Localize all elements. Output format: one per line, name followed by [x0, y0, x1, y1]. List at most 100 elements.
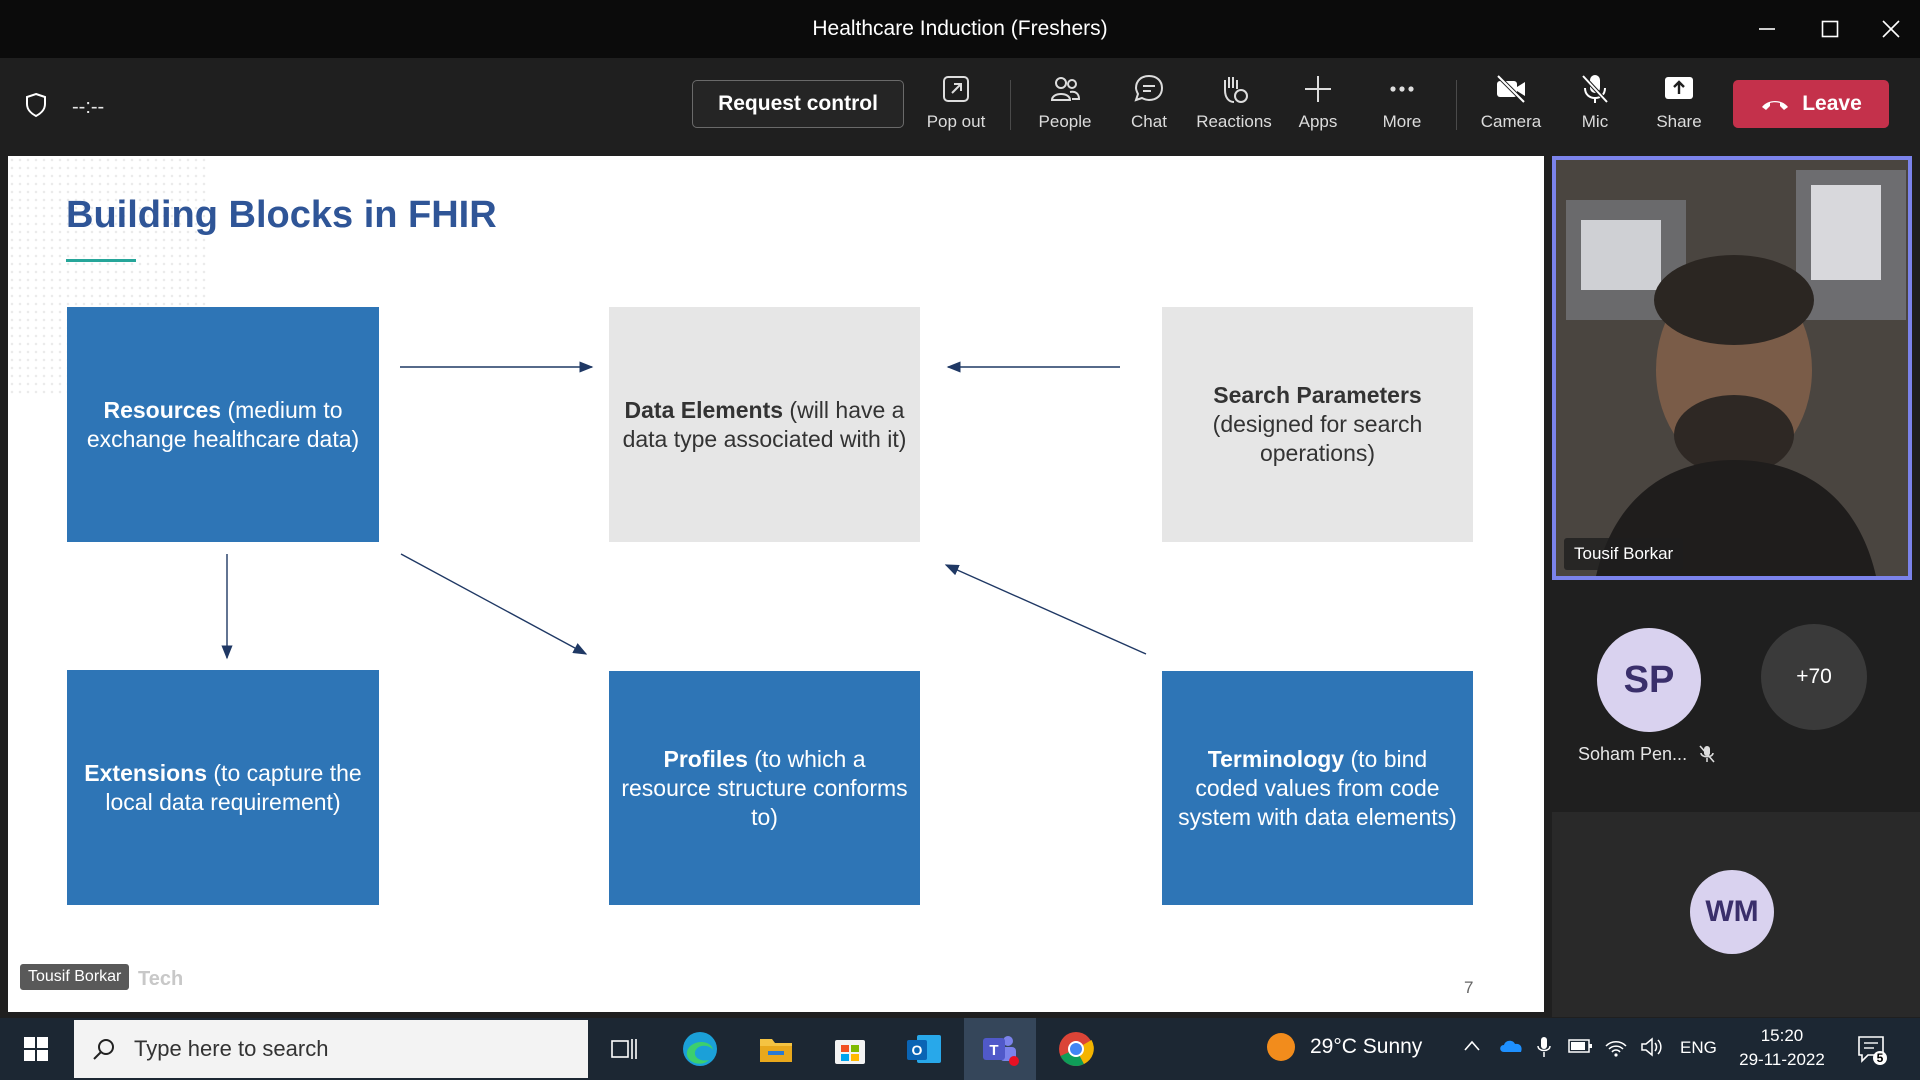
microphone-icon[interactable] [1536, 1036, 1552, 1060]
search-placeholder: Type here to search [134, 1036, 329, 1061]
plus-icon [1305, 76, 1331, 102]
arrow-resources-to-profiles [400, 553, 588, 655]
shield-icon[interactable] [24, 92, 48, 118]
active-speaker-video[interactable]: Tousif Borkar [1552, 156, 1912, 580]
edge-icon [683, 1032, 717, 1066]
pop-out-label: Pop out [926, 112, 986, 131]
share-button[interactable]: Share [1637, 72, 1721, 142]
chrome-app[interactable] [1040, 1018, 1112, 1080]
speaker-video-frame [1556, 160, 1908, 576]
toolbar-divider [1456, 80, 1457, 130]
leave-label: Leave [1802, 92, 1862, 115]
clock-date: 29-11-2022 [1739, 1050, 1825, 1069]
battery-icon[interactable] [1568, 1036, 1594, 1056]
weather-text: 29°C Sunny [1310, 1035, 1423, 1058]
share-label: Share [1656, 112, 1702, 131]
resources-box: Resources (medium to exchange healthcare… [67, 307, 379, 542]
weather-widget[interactable]: 29°C Sunny [1266, 1032, 1422, 1062]
task-view-icon [611, 1039, 637, 1059]
pop-out-button[interactable]: Pop out [914, 72, 998, 142]
chrome-icon [1059, 1032, 1094, 1067]
apps-button[interactable]: Apps [1276, 72, 1360, 142]
store-icon [835, 1040, 865, 1064]
terminology-box: Terminology (to bind coded values from c… [1162, 671, 1473, 905]
slide-brand-text: Tech [138, 968, 184, 990]
toolbar-divider [1010, 80, 1011, 130]
more-icon [1390, 86, 1414, 92]
task-view-button[interactable] [588, 1018, 660, 1080]
taskbar-search-box[interactable]: Type here to search [74, 1020, 588, 1078]
mic-off-icon [1699, 745, 1715, 763]
notification-count-badge: 5 [1876, 1051, 1884, 1065]
mic-button[interactable]: Mic [1553, 72, 1637, 142]
teams-icon: T [983, 1036, 1019, 1066]
chevron-up-icon[interactable] [1462, 1036, 1482, 1056]
close-button[interactable] [1862, 0, 1920, 58]
clock-time: 15:20 [1760, 1026, 1804, 1045]
people-icon [1050, 77, 1081, 101]
avatar: WM [1690, 870, 1774, 954]
folder-icon [760, 1039, 792, 1062]
pop-out-icon [943, 76, 969, 102]
more-label: More [1382, 112, 1422, 131]
phone-hangup-icon [1762, 101, 1789, 110]
close-icon [1882, 20, 1900, 38]
profiles-box: Profiles (to which a resource structure … [609, 671, 920, 905]
chat-button[interactable]: Chat [1107, 72, 1191, 142]
svg-text:O: O [912, 1042, 923, 1058]
participant-tile[interactable]: WM [1552, 812, 1920, 1017]
windows-logo-icon [24, 1037, 48, 1061]
camera-off-icon [1496, 74, 1526, 104]
reactions-button[interactable]: Reactions [1192, 72, 1276, 142]
speaker-icon[interactable] [1640, 1036, 1664, 1058]
mic-label: Mic [1581, 112, 1609, 131]
outlook-icon: O [907, 1035, 941, 1063]
chat-icon [1134, 74, 1164, 102]
wifi-icon[interactable] [1604, 1036, 1628, 1058]
reactions-icon [1224, 77, 1248, 103]
request-control-button[interactable]: Request control [692, 80, 904, 128]
more-button[interactable]: More [1360, 72, 1444, 142]
search-parameters-box: Search Parameters (designed for search o… [1162, 307, 1473, 542]
slide-page-number: 7 [1464, 978, 1474, 997]
participant-name: Soham Pen... [1578, 744, 1688, 764]
extensions-box: Extensions (to capture the local data re… [67, 670, 379, 905]
presenter-name-tag: Tousif Borkar [20, 964, 130, 990]
avatar[interactable]: SP [1597, 628, 1701, 732]
people-button[interactable]: People [1023, 72, 1107, 142]
data-elements-box: Data Elements (will have a data type ass… [609, 307, 920, 542]
maximize-icon [1821, 20, 1839, 38]
svg-text:T: T [989, 1042, 998, 1059]
store-app[interactable] [814, 1018, 886, 1080]
shared-slide: Building Blocks in FHIR Resources (mediu… [8, 156, 1544, 1012]
arrow-terminology-to-data-elements [944, 564, 1147, 655]
edge-app[interactable] [664, 1018, 736, 1080]
language-indicator[interactable]: ENG [1680, 1038, 1717, 1058]
outlook-app[interactable]: O [888, 1018, 960, 1080]
windows-taskbar: Type here to search O T 29°C Sunny ENG 1… [0, 1018, 1920, 1080]
camera-label: Camera [1480, 112, 1542, 131]
meeting-toolbar: --:-- Request control Pop out People Cha… [0, 58, 1920, 152]
maximize-button[interactable] [1801, 0, 1859, 58]
people-label: People [1038, 112, 1092, 131]
share-icon [1665, 77, 1693, 99]
chat-label: Chat [1131, 112, 1167, 131]
teams-app[interactable]: T [964, 1018, 1036, 1080]
sun-icon [1267, 1033, 1295, 1061]
leave-button[interactable]: Leave [1733, 80, 1889, 128]
start-button[interactable] [0, 1018, 72, 1080]
onedrive-icon[interactable] [1498, 1036, 1524, 1056]
taskbar-clock[interactable]: 15:20 29-11-2022 [1734, 1024, 1830, 1072]
reactions-label: Reactions [1196, 112, 1272, 131]
mic-off-icon [1581, 74, 1609, 104]
meeting-timer: --:-- [72, 96, 105, 118]
search-icon [93, 1039, 114, 1060]
file-explorer-app[interactable] [740, 1018, 812, 1080]
window-title: Healthcare Induction (Freshers) [812, 17, 1108, 40]
minimize-button[interactable] [1738, 0, 1796, 58]
window-title-bar: Healthcare Induction (Freshers) [0, 0, 1920, 58]
apps-label: Apps [1298, 112, 1338, 131]
speaker-name-label: Tousif Borkar [1564, 538, 1684, 570]
more-participants-button[interactable]: +70 [1761, 624, 1867, 730]
camera-button[interactable]: Camera [1469, 72, 1553, 142]
